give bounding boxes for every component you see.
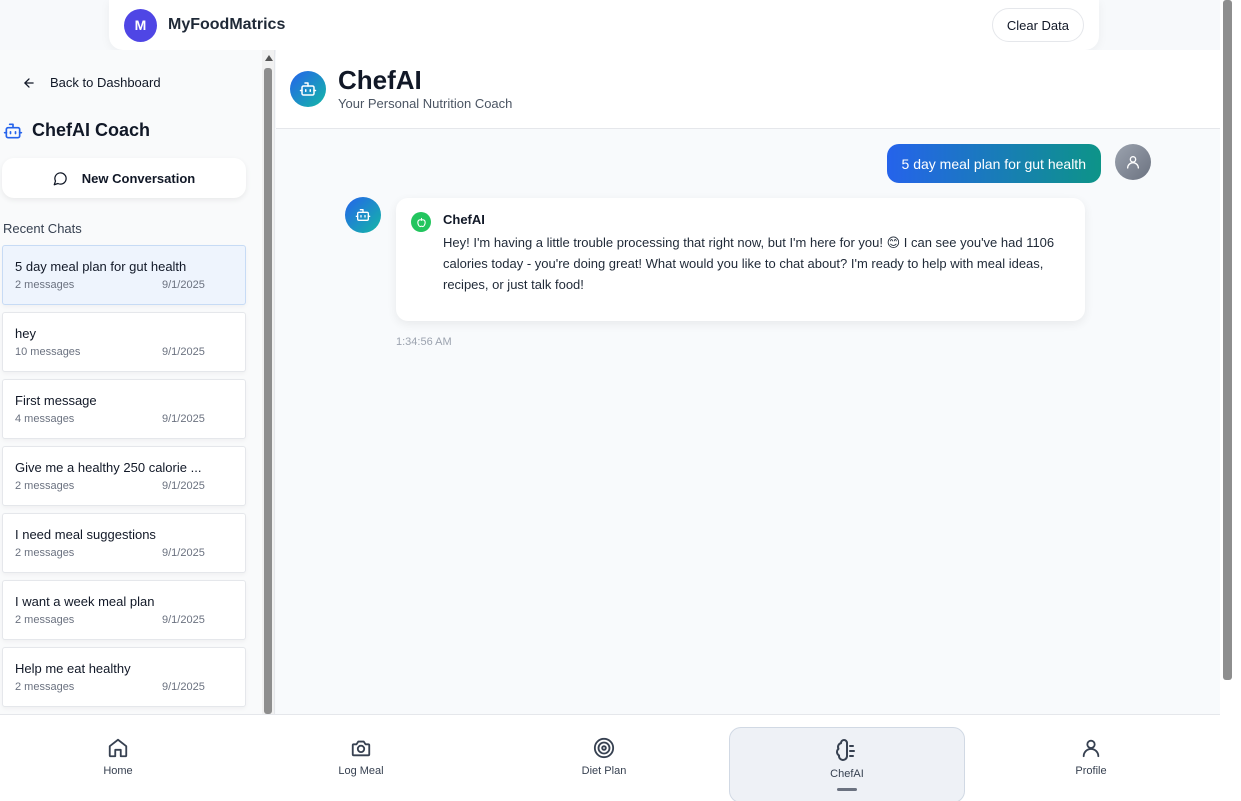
back-to-dashboard-label: Back to Dashboard — [50, 75, 161, 90]
home-icon — [108, 738, 128, 758]
chefai-message-avatar — [345, 197, 381, 233]
nav-diet-plan-label: Diet Plan — [581, 765, 627, 777]
clear-data-button[interactable]: Clear Data — [991, 8, 1084, 42]
chat-item-count: 2 messages — [15, 614, 75, 626]
nav-chefai-label: ChefAI — [830, 768, 864, 780]
chat-item-date: 9/1/2025 — [162, 413, 205, 425]
chat-item-date: 9/1/2025 — [162, 547, 205, 559]
message-circle-icon — [53, 171, 67, 185]
page-title: ChefAI — [338, 65, 422, 95]
bot-message-text: Hey! I'm having a little trouble process… — [443, 235, 1055, 292]
nav-home[interactable]: Home — [0, 715, 236, 801]
sidebar-title-text: ChefAI Coach — [32, 120, 151, 140]
chat-item-title: First message — [15, 393, 97, 408]
chat-item-date: 9/1/2025 — [162, 279, 205, 291]
nav-log-meal[interactable]: Log Meal — [243, 715, 479, 801]
user-avatar-initial[interactable]: M — [124, 8, 157, 42]
chat-item-title: 5 day meal plan for gut health — [15, 259, 187, 274]
nav-profile-label: Profile — [1075, 765, 1107, 777]
page-scrollbar[interactable] — [1220, 0, 1241, 801]
active-indicator — [837, 788, 857, 791]
chefai-avatar — [290, 71, 326, 107]
chat-item-count: 2 messages — [15, 279, 75, 291]
message-timestamp: 1:34:56 AM — [396, 336, 452, 348]
chat-item-title: Help me eat healthy — [15, 661, 131, 676]
chat-item-title: I want a week meal plan — [15, 594, 155, 609]
top-header: M MyFoodMatrics Clear Data — [109, 0, 1099, 50]
nav-log-meal-label: Log Meal — [338, 765, 384, 777]
chat-item-count: 2 messages — [15, 547, 75, 559]
recent-chats-heading: Recent Chats — [3, 221, 82, 236]
bot-icon — [3, 123, 23, 138]
arrow-left-icon — [24, 77, 34, 88]
chat-sidebar: Back to Dashboard ChefAI Coach New Conve… — [0, 50, 262, 714]
nav-chefai[interactable]: ChefAI — [729, 727, 965, 801]
nav-diet-plan[interactable]: Diet Plan — [486, 715, 722, 801]
chat-item-count: 10 messages — [15, 346, 81, 358]
chat-item[interactable]: First message 4 messages 9/1/2025 — [2, 379, 246, 439]
chat-item-date: 9/1/2025 — [162, 614, 205, 626]
camera-icon — [351, 740, 371, 757]
user-avatar — [1115, 144, 1151, 180]
new-conversation-label: New Conversation — [81, 170, 196, 186]
chat-messages: 5 day meal plan for gut health ChefAI He… — [276, 129, 1220, 714]
chat-item-count: 4 messages — [15, 413, 75, 425]
user-icon — [1127, 156, 1139, 169]
chat-item-title: hey — [15, 326, 36, 341]
chat-item[interactable]: I need meal suggestions 2 messages 9/1/2… — [2, 513, 246, 573]
back-to-dashboard-link[interactable]: Back to Dashboard — [22, 75, 161, 90]
chat-item-date: 9/1/2025 — [162, 681, 205, 693]
chat-item-count: 2 messages — [15, 480, 75, 492]
page-subtitle: Your Personal Nutrition Coach — [338, 96, 513, 111]
chat-item-count: 2 messages — [15, 681, 75, 693]
chat-item[interactable]: I want a week meal plan 2 messages 9/1/2… — [2, 580, 246, 640]
user-icon — [1082, 739, 1100, 758]
chat-item[interactable]: Help me eat healthy 2 messages 9/1/2025 — [2, 647, 246, 707]
brand-name: MyFoodMatrics — [168, 16, 286, 33]
chat-item-title: Give me a healthy 250 calorie ... — [15, 460, 202, 475]
recent-chats-list: 5 day meal plan for gut health 2 message… — [2, 245, 246, 714]
chat-header: ChefAI Your Personal Nutrition Coach — [276, 50, 1220, 129]
chat-item-date: 9/1/2025 — [162, 480, 205, 492]
brain-icon — [836, 739, 855, 761]
user-message-bubble: 5 day meal plan for gut health — [886, 144, 1101, 183]
bot-icon — [355, 209, 371, 221]
bottom-navigation: Home Log Meal Diet Plan ChefAI Profile — [0, 714, 1220, 801]
sidebar-scrollbar[interactable] — [262, 50, 275, 714]
sidebar-title: ChefAI Coach — [3, 120, 150, 141]
bot-message-card: ChefAI Hey! I'm having a little trouble … — [396, 198, 1085, 321]
sidebar-scroll-thumb[interactable] — [264, 68, 272, 714]
new-conversation-button[interactable]: New Conversation — [2, 158, 246, 198]
chat-item[interactable]: Give me a healthy 250 calorie ... 2 mess… — [2, 446, 246, 506]
apple-icon — [411, 212, 431, 232]
chat-item[interactable]: hey 10 messages 9/1/2025 — [2, 312, 246, 372]
bot-icon — [299, 82, 317, 96]
bot-name: ChefAI — [443, 212, 485, 227]
nav-home-label: Home — [103, 765, 133, 777]
page-scroll-thumb[interactable] — [1223, 0, 1232, 680]
target-icon — [593, 737, 615, 759]
scroll-up-arrow[interactable] — [265, 55, 273, 61]
chat-item-date: 9/1/2025 — [162, 346, 205, 358]
nav-profile[interactable]: Profile — [973, 715, 1209, 801]
chat-item[interactable]: 5 day meal plan for gut health 2 message… — [2, 245, 246, 305]
chat-item-title: I need meal suggestions — [15, 527, 156, 542]
